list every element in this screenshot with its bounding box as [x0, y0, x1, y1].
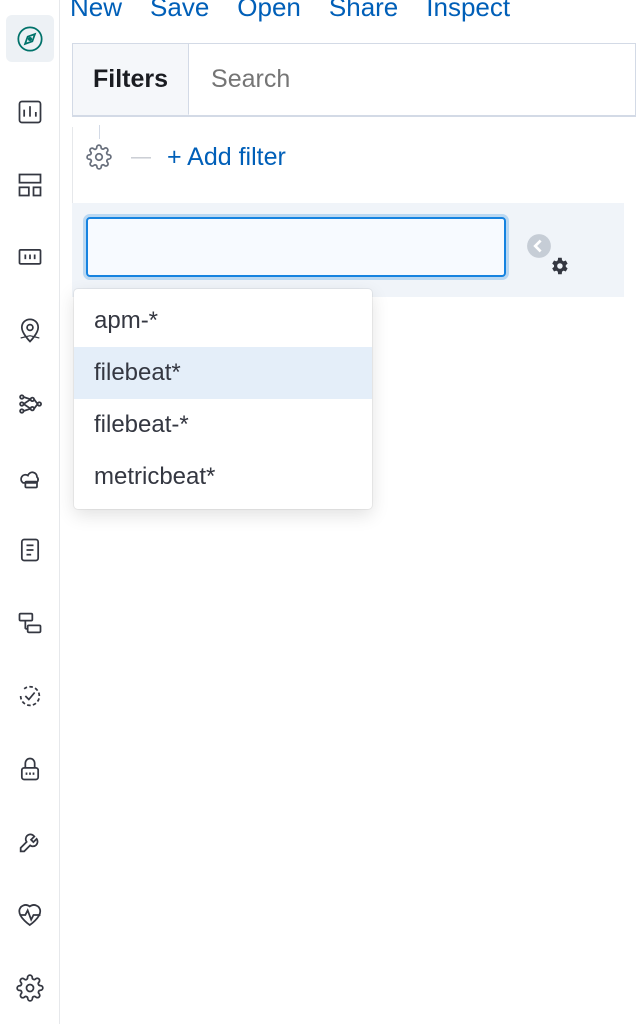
ml-icon — [16, 390, 44, 418]
cloud-icon — [16, 463, 44, 491]
sidebar-item-management[interactable] — [6, 964, 54, 1011]
searchbar: Filters — [72, 43, 636, 117]
sidebar-item-maps[interactable] — [6, 307, 54, 354]
dashboard-icon — [16, 171, 44, 199]
wrench-icon — [16, 828, 44, 856]
filters-tab[interactable]: Filters — [73, 44, 189, 115]
sidebar-item-canvas[interactable] — [6, 234, 54, 281]
toolbar-share[interactable]: Share — [329, 0, 398, 23]
add-filter-button[interactable]: + Add filter — [167, 143, 286, 172]
sidebar — [0, 0, 60, 1024]
compass-icon — [16, 25, 44, 53]
panel-settings-button[interactable] — [548, 255, 572, 279]
divider: — — [131, 146, 151, 169]
gear-solid-icon — [548, 255, 570, 277]
sidebar-item-dashboard[interactable] — [6, 161, 54, 208]
toolbar-inspect[interactable]: Inspect — [426, 0, 510, 23]
toolbar-new[interactable]: New — [70, 0, 122, 23]
index-pattern-option[interactable]: filebeat-* — [74, 399, 372, 451]
index-pattern-option[interactable]: apm-* — [74, 295, 372, 347]
index-pattern-option[interactable]: metricbeat* — [74, 451, 372, 503]
sidebar-item-dev-tools[interactable] — [6, 818, 54, 865]
gear-icon — [16, 974, 44, 1002]
search-input[interactable] — [189, 44, 635, 115]
toolbar-save[interactable]: Save — [150, 0, 209, 23]
sidebar-item-logs[interactable] — [6, 526, 54, 573]
toolbar-open[interactable]: Open — [237, 0, 301, 23]
sidebar-item-infrastructure[interactable] — [6, 453, 54, 500]
sidebar-item-siem[interactable] — [6, 745, 54, 792]
index-pattern-panel: apm-* filebeat* filebeat-* metricbeat* — [72, 203, 624, 297]
map-pin-icon — [16, 317, 44, 345]
index-pattern-option[interactable]: filebeat* — [74, 347, 372, 399]
filter-settings-button[interactable] — [83, 141, 115, 173]
sidebar-item-uptime[interactable] — [6, 672, 54, 719]
filter-bar: — + Add filter — [72, 127, 636, 203]
sidebar-item-discover[interactable] — [6, 15, 54, 62]
canvas-icon — [16, 244, 44, 272]
heartbeat-icon — [16, 901, 44, 929]
uptime-icon — [16, 682, 44, 710]
sidebar-item-apm[interactable] — [6, 599, 54, 646]
sidebar-item-ml[interactable] — [6, 380, 54, 427]
chart-icon — [16, 98, 44, 126]
index-pattern-dropdown: apm-* filebeat* filebeat-* metricbeat* — [74, 289, 372, 509]
toolbar: New Save Open Share Inspect — [60, 0, 636, 27]
sidebar-item-visualize[interactable] — [6, 88, 54, 135]
apm-icon — [16, 609, 44, 637]
lock-icon — [16, 755, 44, 783]
sidebar-item-monitoring[interactable] — [6, 891, 54, 938]
gear-outline-icon — [86, 144, 112, 170]
main-content: New Save Open Share Inspect Filters — + … — [60, 0, 636, 1024]
index-pattern-input[interactable] — [86, 217, 506, 277]
logs-icon — [16, 536, 44, 564]
